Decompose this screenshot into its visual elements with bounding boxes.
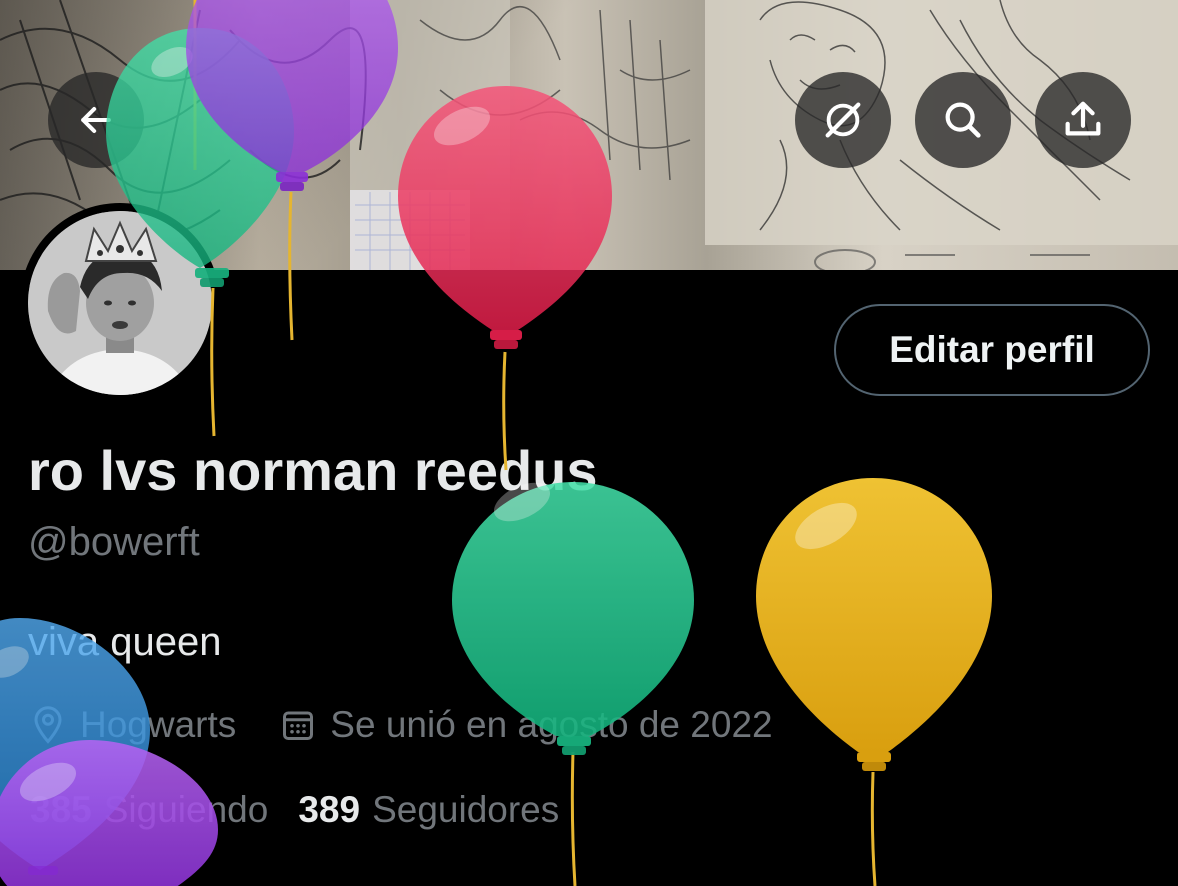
followers-label: Seguidores	[372, 789, 560, 830]
followers-link[interactable]: 389 Seguidores	[298, 789, 559, 831]
location-pin-icon	[34, 706, 62, 744]
location: Hogwarts	[30, 704, 236, 746]
join-date-text: Se unió en agosto de 2022	[330, 704, 773, 745]
profile-meta: Hogwarts Se unió en agosto de 2022	[30, 700, 773, 750]
followers-count: 389	[298, 789, 361, 830]
join-date: Se unió en agosto de 2022	[280, 704, 773, 746]
avatar-photo	[28, 211, 212, 395]
avatar[interactable]	[20, 203, 220, 403]
share-icon	[1065, 101, 1101, 136]
edit-profile-button[interactable]: Editar perfil	[834, 304, 1150, 396]
back-button[interactable]	[48, 72, 144, 168]
bio: viva queen	[28, 620, 222, 664]
location-text: Hogwarts	[80, 704, 237, 745]
calendar-icon	[283, 711, 314, 740]
search-icon	[945, 102, 981, 138]
search-button[interactable]	[915, 72, 1011, 168]
share-button[interactable]	[1035, 72, 1131, 168]
balloon-yellow	[756, 478, 992, 771]
grok-icon	[825, 102, 861, 138]
following-link[interactable]: 385 Siguiendo	[30, 789, 268, 831]
arrow-left-icon	[81, 106, 111, 134]
display-name: ro lvs norman reedus	[28, 439, 598, 502]
grok-button[interactable]	[795, 72, 891, 168]
username-handle: @bowerft	[28, 520, 200, 564]
following-count: 385	[30, 789, 92, 830]
following-label: Siguiendo	[103, 789, 269, 830]
follow-stats: 385 Siguiendo 389 Seguidores	[30, 785, 559, 835]
